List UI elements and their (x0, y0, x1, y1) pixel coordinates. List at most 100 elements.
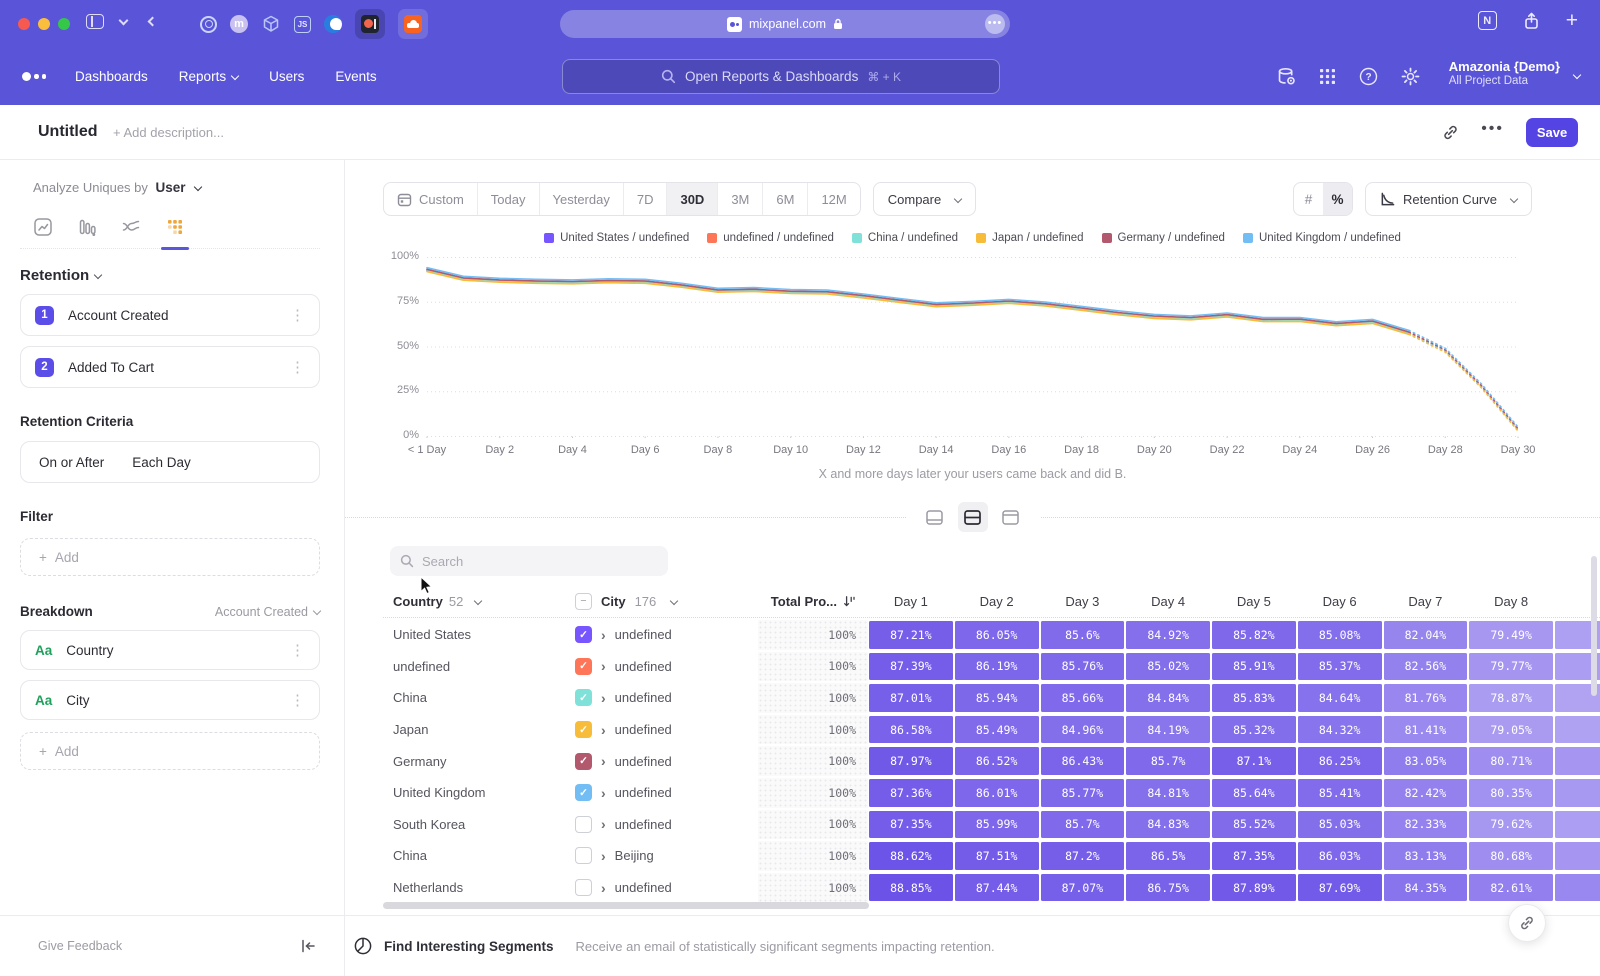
breakdown-scope-selector[interactable]: Account Created (215, 605, 320, 619)
country-column-header[interactable]: Country 52 (383, 594, 575, 609)
day-value-cell[interactable]: 87.44% (955, 874, 1039, 902)
give-feedback-link[interactable]: Give Feedback (38, 939, 122, 953)
day-value-cell[interactable]: 80.68% (1469, 842, 1553, 870)
copy-link-icon[interactable] (1442, 124, 1459, 141)
nav-item-dashboards[interactable]: Dashboards (75, 69, 148, 84)
patreon-icon[interactable] (355, 9, 385, 39)
day-value-cell[interactable]: 85.94% (955, 684, 1039, 712)
legend-item[interactable]: Germany / undefined (1102, 232, 1225, 244)
add-description[interactable]: + Add description... (113, 125, 224, 140)
expand-row-icon[interactable]: › (601, 658, 606, 674)
chevron-down-icon[interactable] (119, 15, 129, 25)
collapse-sidebar-icon[interactable] (301, 939, 316, 953)
retention-icon[interactable] (165, 217, 185, 237)
total-column-header[interactable]: Total Pro... (758, 594, 868, 609)
retention-chart[interactable] (425, 256, 1520, 438)
retention-criteria-card[interactable]: On or After Each Day (20, 441, 320, 483)
day-value-cell[interactable]: 86.43% (1041, 747, 1125, 775)
day-value-cell[interactable]: 82.33% (1384, 811, 1468, 839)
day-value-cell[interactable]: 85.03% (1298, 811, 1382, 839)
day-value-cell[interactable]: 84.84% (1126, 684, 1210, 712)
day-value-cell[interactable]: 87.89% (1212, 874, 1296, 902)
breakdown-country[interactable]: Aa Country ⋮ (20, 630, 320, 670)
day-value-cell[interactable]: 84.35% (1384, 874, 1468, 902)
row-checkbox[interactable]: ✓ (575, 626, 592, 643)
day-value-cell[interactable]: 87.01% (869, 684, 953, 712)
day-value-cell[interactable]: 86.58% (869, 716, 953, 744)
day-value-cell[interactable]: 85.08% (1298, 621, 1382, 649)
day-value-cell[interactable]: 88.62% (869, 842, 953, 870)
city-column-header[interactable]: − City 176 (575, 593, 758, 610)
day-value-cell[interactable]: 87.07% (1041, 874, 1125, 902)
breakdown-add-button[interactable]: + Add (20, 732, 320, 770)
target-icon[interactable] (200, 16, 217, 33)
legend-item[interactable]: United Kingdom / undefined (1243, 232, 1401, 244)
row-checkbox[interactable]: ✓ (575, 721, 592, 738)
help-icon[interactable]: ? (1359, 67, 1378, 86)
cube-icon[interactable] (261, 14, 281, 34)
day-value-cell[interactable]: 81.41% (1384, 716, 1468, 744)
vertical-scrollbar[interactable] (1591, 556, 1597, 696)
day-value-cell[interactable]: 80.71% (1469, 747, 1553, 775)
day-value-cell[interactable]: 79.62% (1469, 811, 1553, 839)
mixpanel-logo-icon[interactable] (22, 72, 46, 81)
legend-item[interactable]: China / undefined (852, 232, 958, 244)
day-value-cell[interactable]: 85.52% (1212, 811, 1296, 839)
day-value-cell[interactable]: 86.25% (1298, 747, 1382, 775)
day-column-header[interactable]: Day 3 (1040, 594, 1126, 609)
day-value-cell[interactable]: 85.37% (1298, 653, 1382, 681)
percent-values-toggle[interactable]: % (1323, 183, 1352, 215)
day-value-cell[interactable]: 81.76% (1384, 684, 1468, 712)
day-value-cell[interactable]: 79.49% (1469, 621, 1553, 649)
day-column-header[interactable]: Day 5 (1211, 594, 1297, 609)
address-bar[interactable]: mixpanel.com ••• (560, 10, 1010, 38)
browser-sidebar-toggle-icon[interactable] (86, 14, 104, 29)
global-search[interactable]: Open Reports & Dashboards ⌘ + K (562, 59, 1000, 94)
project-switcher[interactable]: Amazonia {Demo} All Project Data (1449, 59, 1560, 87)
m-avatar-icon[interactable]: m (230, 15, 248, 33)
analyze-uniques-row[interactable]: Analyze Uniques by User (33, 180, 320, 195)
day-value-cell[interactable]: 82.04% (1384, 621, 1468, 649)
range-yesterday[interactable]: Yesterday (539, 183, 623, 215)
day-value-cell[interactable]: 83.13% (1384, 842, 1468, 870)
day-value-cell[interactable]: 85.64% (1212, 779, 1296, 807)
row-checkbox[interactable]: ✓ (575, 753, 592, 770)
breakdown-property[interactable]: Country (66, 643, 113, 658)
soundcloud-icon[interactable] (398, 9, 428, 39)
expand-row-icon[interactable]: › (601, 848, 606, 864)
retention-section-header[interactable]: Retention (20, 267, 320, 284)
new-tab-icon[interactable]: + (1566, 12, 1578, 30)
find-segments-title[interactable]: Find Interesting Segments (384, 939, 554, 954)
day-value-cell[interactable]: 86.52% (955, 747, 1039, 775)
day-value-cell[interactable]: 84.19% (1126, 716, 1210, 744)
day-value-cell[interactable]: 84.96% (1041, 716, 1125, 744)
day-value-cell[interactable]: 84.92% (1126, 621, 1210, 649)
day-value-cell[interactable]: 82.61% (1469, 874, 1553, 902)
expand-row-icon[interactable]: › (601, 816, 606, 832)
wave-icon[interactable] (324, 15, 342, 33)
notion-icon[interactable]: N (1478, 11, 1497, 30)
expand-row-icon[interactable]: › (601, 690, 606, 706)
settings-gear-icon[interactable] (1401, 67, 1420, 86)
range-30d[interactable]: 30D (666, 183, 717, 215)
day-value-cell[interactable]: 88.85% (869, 874, 953, 902)
criteria-each-day[interactable]: Each Day (132, 455, 191, 470)
js-icon[interactable]: JS (294, 16, 311, 33)
event-name[interactable]: Added To Cart (68, 360, 154, 375)
day-value-cell[interactable]: 85.99% (955, 811, 1039, 839)
day-value-cell[interactable]: 87.35% (1212, 842, 1296, 870)
day-column-header[interactable]: Day 7 (1383, 594, 1469, 609)
day-value-cell[interactable]: 87.21% (869, 621, 953, 649)
range-3m[interactable]: 3M (717, 183, 762, 215)
day-value-cell[interactable]: 87.39% (869, 653, 953, 681)
close-window-button[interactable] (18, 18, 30, 30)
flows-icon[interactable] (121, 217, 141, 237)
day-value-cell[interactable]: 87.2% (1041, 842, 1125, 870)
insights-icon[interactable] (33, 217, 53, 237)
range-today[interactable]: Today (477, 183, 539, 215)
row-checkbox[interactable] (575, 879, 592, 896)
expand-row-icon[interactable]: › (601, 753, 606, 769)
back-icon[interactable] (148, 17, 158, 27)
day-value-cell[interactable]: 85.7% (1126, 747, 1210, 775)
day-column-header[interactable]: Day 6 (1297, 594, 1383, 609)
